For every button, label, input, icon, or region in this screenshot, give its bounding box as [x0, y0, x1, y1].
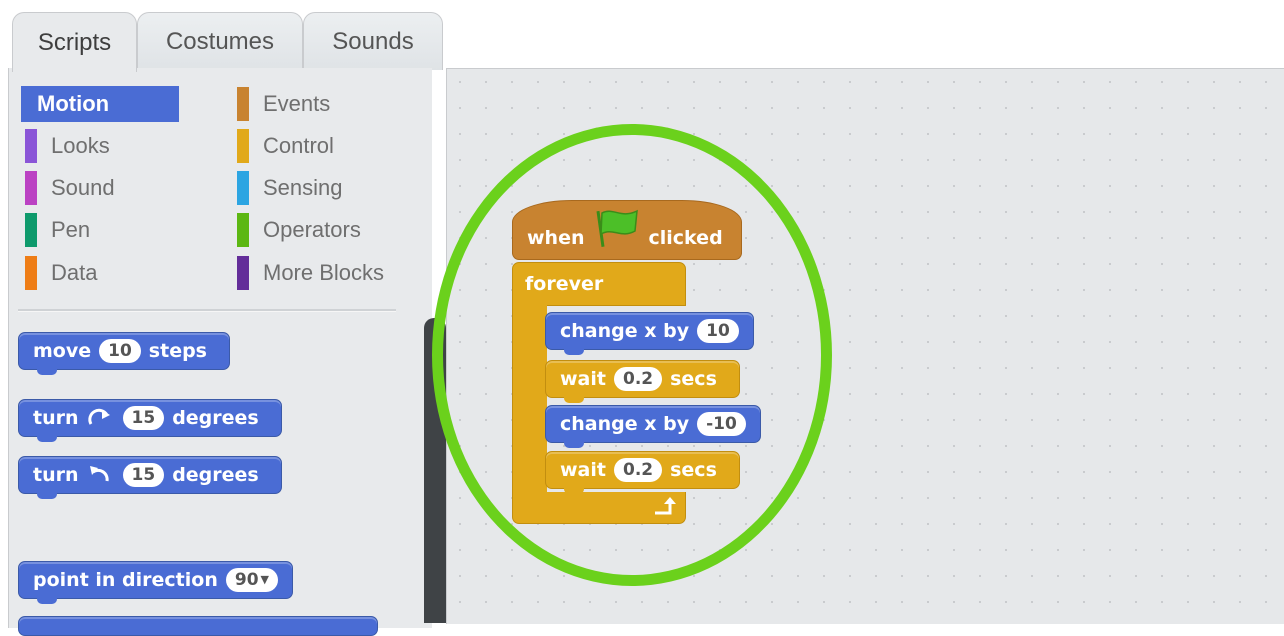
block-text: wait — [560, 368, 606, 390]
tab-costumes[interactable]: Costumes — [137, 12, 303, 70]
block-text: turn — [33, 407, 79, 429]
change-x-input[interactable]: 10 — [697, 319, 739, 343]
category-label: Looks — [51, 133, 110, 158]
category-label: Events — [263, 91, 331, 116]
loop-arrow-icon — [655, 497, 676, 515]
block-text: secs — [670, 368, 717, 390]
change-x-block[interactable]: change x by -10 — [545, 405, 761, 448]
category-label: Motion — [21, 86, 180, 122]
category-operators[interactable]: Operators — [237, 213, 361, 247]
palette-block-partial[interactable] — [18, 616, 378, 636]
category-label: Data — [51, 260, 98, 285]
change-x-input[interactable]: -10 — [697, 412, 746, 436]
block-text: when — [527, 227, 585, 249]
block-text: secs — [670, 459, 717, 481]
block-text: change x by — [560, 320, 690, 342]
change-x-block[interactable]: change x by 10 — [545, 312, 754, 355]
category-swatch — [25, 171, 37, 205]
block-text: turn — [33, 464, 79, 486]
category-swatch — [237, 213, 249, 247]
category-swatch — [237, 87, 249, 121]
category-motion[interactable]: Motion — [21, 86, 180, 122]
category-sensing[interactable]: Sensing — [237, 171, 343, 205]
degrees-input[interactable]: 15 — [122, 463, 165, 487]
forever-block-arm — [512, 300, 547, 496]
when-flag-clicked-block[interactable]: when clicked — [512, 200, 742, 260]
wait-secs-block[interactable]: wait 0.2 secs — [545, 451, 740, 494]
block-notch — [37, 493, 57, 499]
tab-scripts[interactable]: Scripts — [12, 12, 137, 72]
block-text: wait — [560, 459, 606, 481]
category-events[interactable]: Events — [237, 87, 330, 121]
move-steps-block[interactable]: move 10 steps — [18, 332, 230, 375]
category-swatch — [237, 256, 249, 290]
category-control[interactable]: Control — [237, 129, 334, 163]
category-label: Control — [263, 133, 334, 158]
block-text: point in direction — [33, 569, 218, 591]
turn-left-block[interactable]: turn 15 degrees — [18, 456, 282, 499]
category-label: Operators — [263, 217, 361, 242]
block-notch — [564, 442, 584, 448]
category-more-blocks[interactable]: More Blocks — [237, 256, 384, 290]
wait-secs-block[interactable]: wait 0.2 secs — [545, 360, 740, 403]
block-text: steps — [148, 340, 207, 362]
dropdown-arrow-icon: ▼ — [260, 573, 269, 586]
category-data[interactable]: Data — [25, 256, 97, 290]
category-swatch — [25, 256, 37, 290]
category-label: Pen — [51, 217, 91, 242]
turn-right-block[interactable]: turn 15 degrees — [18, 399, 282, 442]
category-label: Sound — [51, 175, 115, 200]
category-label: More Blocks — [263, 260, 385, 285]
block-text: clicked — [648, 227, 723, 249]
category-swatch — [237, 171, 249, 205]
category-looks[interactable]: Looks — [25, 129, 110, 163]
wait-input[interactable]: 0.2 — [613, 458, 663, 482]
palette-scrollbar[interactable] — [424, 318, 446, 623]
block-notch — [37, 369, 57, 375]
category-swatch — [25, 129, 37, 163]
palette-divider — [18, 309, 396, 312]
block-notch — [37, 598, 57, 604]
block-notch — [564, 349, 584, 355]
block-text: degrees — [172, 464, 259, 486]
block-text: change x by — [560, 413, 690, 435]
category-swatch — [25, 213, 37, 247]
category-pen[interactable]: Pen — [25, 213, 90, 247]
wait-input[interactable]: 0.2 — [613, 367, 663, 391]
rotate-clockwise-icon — [87, 408, 110, 425]
category-sound[interactable]: Sound — [25, 171, 115, 205]
block-text: move — [33, 340, 92, 362]
block-notch — [564, 397, 584, 403]
steps-input[interactable]: 10 — [99, 339, 141, 363]
block-notch — [37, 436, 57, 442]
degrees-input[interactable]: 15 — [122, 406, 165, 430]
category-label: Sensing — [263, 175, 343, 200]
direction-dropdown[interactable]: 90 ▼ — [225, 568, 278, 592]
rotate-counterclockwise-icon — [89, 466, 109, 482]
category-swatch — [237, 129, 249, 163]
direction-value: 90 — [234, 570, 259, 590]
point-in-direction-block[interactable]: point in direction 90 ▼ — [18, 561, 293, 604]
tab-sounds[interactable]: Sounds — [303, 12, 443, 70]
block-text: degrees — [172, 407, 259, 429]
block-text: forever — [525, 273, 604, 295]
block-notch — [564, 488, 584, 494]
green-flag-icon — [596, 209, 638, 247]
